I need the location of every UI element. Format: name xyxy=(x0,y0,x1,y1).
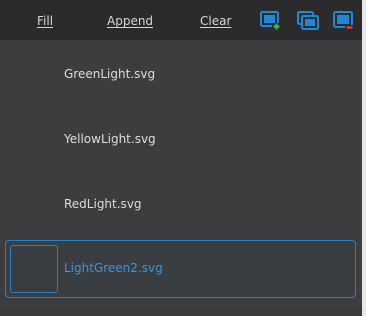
image-list-panel: Fill Append Clear GreenLight.svg YellowL… xyxy=(0,0,362,316)
item-label: YellowLight.svg xyxy=(64,132,156,146)
append-button[interactable]: Append xyxy=(107,14,153,28)
toolbar: Fill Append Clear xyxy=(0,0,362,40)
item-label: GreenLight.svg xyxy=(64,67,156,81)
item-thumbnail xyxy=(9,50,57,98)
item-label: RedLight.svg xyxy=(64,197,142,211)
add-image-icon[interactable] xyxy=(260,11,282,31)
list-item[interactable]: RedLight.svg xyxy=(5,176,356,234)
clear-button[interactable]: Clear xyxy=(200,14,231,28)
list-item[interactable]: GreenLight.svg xyxy=(5,46,356,104)
list-item[interactable]: YellowLight.svg xyxy=(5,111,356,169)
duplicate-image-icon[interactable] xyxy=(297,11,319,31)
item-label: LightGreen2.svg xyxy=(64,261,163,275)
item-thumbnail xyxy=(10,245,58,293)
bottom-edge xyxy=(0,308,362,316)
remove-image-icon[interactable] xyxy=(333,11,355,31)
item-thumbnail xyxy=(9,115,57,163)
item-thumbnail xyxy=(9,180,57,228)
fill-button[interactable]: Fill xyxy=(37,14,53,28)
scrollbar[interactable] xyxy=(362,0,366,316)
list-item-selected[interactable]: LightGreen2.svg xyxy=(5,240,356,298)
